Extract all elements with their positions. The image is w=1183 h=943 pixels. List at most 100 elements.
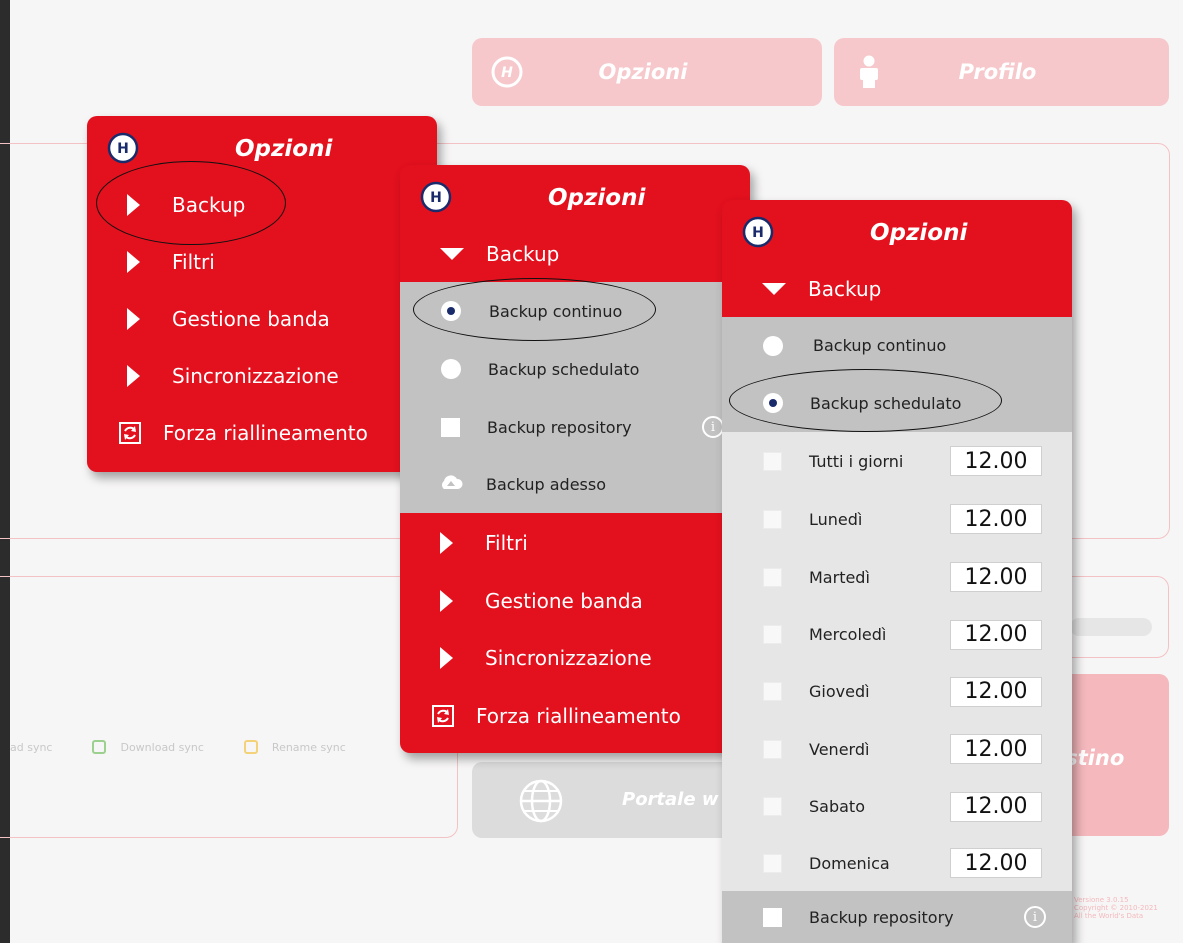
day-label: Giovedì <box>809 682 870 701</box>
background-sync-panel <box>0 576 458 838</box>
legend-label: ad sync <box>10 740 53 754</box>
menu-item-label: Sincronizzazione <box>485 645 652 670</box>
background-options-button[interactable]: H Opzioni <box>472 38 822 106</box>
sync-icon <box>119 421 141 444</box>
option-label: Backup continuo <box>489 301 623 321</box>
menu-item-label: Filtri <box>485 530 528 555</box>
info-icon[interactable]: i <box>1024 906 1046 928</box>
option-backup-repository[interactable]: Backup repository i <box>400 398 750 456</box>
checkbox[interactable] <box>763 907 782 927</box>
svg-text:H: H <box>430 190 442 206</box>
menu-item-gestione-banda[interactable]: Gestione banda <box>87 290 437 347</box>
schedule-row: Sabato 12.00 <box>722 778 1072 835</box>
time-input[interactable]: 12.00 <box>950 848 1042 878</box>
menu-header: H Opzioni <box>400 165 750 225</box>
menu-title: Opzioni <box>235 136 333 162</box>
cloud-upload-icon <box>438 474 464 496</box>
backup-repository-panel: Backup repository i <box>722 891 1072 943</box>
menu-item-forza-riallineamento[interactable]: Forza riallineamento <box>87 404 437 461</box>
menu-item-sincronizzazione[interactable]: Sincronizzazione <box>87 347 437 404</box>
option-backup-continuo[interactable]: Backup continuo <box>400 282 750 340</box>
day-checkbox[interactable] <box>763 682 782 701</box>
background-portal-label: Portale w <box>622 789 719 810</box>
menu-item-label: Backup <box>808 276 882 301</box>
option-backup-schedulato[interactable]: Backup schedulato <box>400 340 750 398</box>
menu-item-gestione-banda[interactable]: Gestione banda <box>400 572 750 629</box>
time-input[interactable]: 12.00 <box>950 504 1042 534</box>
menu-item-filtri[interactable]: Filtri <box>400 513 750 572</box>
menu-header: H Opzioni <box>87 116 437 176</box>
schedule-row: Tutti i giorni 12.00 <box>722 432 1072 490</box>
brand-logo-icon: H <box>742 216 774 252</box>
radio-selected[interactable] <box>763 393 783 413</box>
radio-selected[interactable] <box>441 301 461 321</box>
option-label: Backup continuo <box>813 336 947 355</box>
backup-mode-panel: Backup continuo Backup schedulato <box>722 317 1072 432</box>
time-input[interactable]: 12.00 <box>950 676 1042 707</box>
brand-logo-icon: H <box>490 55 524 89</box>
menu-item-label: Backup <box>486 241 560 266</box>
day-checkbox[interactable] <box>763 567 782 587</box>
time-input[interactable]: 12.00 <box>950 619 1042 650</box>
day-label: Tutti i giorni <box>809 451 904 471</box>
chevron-down-icon <box>762 282 786 295</box>
legend-swatch <box>243 740 258 754</box>
day-checkbox[interactable] <box>763 739 782 759</box>
menu-item-sincronizzazione[interactable]: Sincronizzazione <box>400 629 750 686</box>
menu-item-filtri[interactable]: Filtri <box>87 233 437 290</box>
menu-item-label: Sincronizzazione <box>172 363 339 388</box>
background-portal-button[interactable]: Portale w <box>472 762 732 838</box>
legend-label: Rename sync <box>271 740 346 754</box>
chevron-right-icon <box>440 531 453 554</box>
menu-header: H Opzioni <box>722 200 1072 260</box>
radio-unselected[interactable] <box>441 359 461 379</box>
menu-item-label: Filtri <box>172 249 215 274</box>
brand-logo-icon: H <box>420 181 452 217</box>
menu-item-label: Gestione banda <box>485 588 643 613</box>
sync-legend: ad sync Download sync Rename sync <box>10 736 386 758</box>
svg-text:H: H <box>117 141 129 157</box>
background-progress-bar <box>1070 618 1152 636</box>
options-menu-backup-continuo: H Opzioni Backup Backup continuo Backup … <box>400 165 750 753</box>
info-icon[interactable]: i <box>702 416 724 438</box>
menu-section-backup[interactable]: Backup <box>722 260 1072 317</box>
chevron-right-icon <box>127 307 140 330</box>
version-line: Versione 3.0.15 <box>1074 896 1129 904</box>
radio-unselected[interactable] <box>763 335 783 356</box>
background-progress-panel <box>1060 576 1169 658</box>
schedule-row: Lunedì 12.00 <box>722 490 1072 548</box>
menu-item-label: Forza riallineamento <box>163 420 368 445</box>
time-input[interactable]: 12.00 <box>950 734 1042 764</box>
sync-icon <box>432 705 454 727</box>
day-label: Sabato <box>809 797 865 816</box>
menu-item-label: Forza riallineamento <box>476 704 681 728</box>
option-backup-adesso[interactable]: Backup adesso <box>400 456 750 513</box>
day-checkbox[interactable] <box>763 853 782 873</box>
day-checkbox[interactable] <box>763 625 782 644</box>
option-backup-schedulato[interactable]: Backup schedulato <box>722 374 1072 432</box>
backup-options-panel: Backup continuo Backup schedulato Backup… <box>400 282 750 513</box>
menu-item-label: Backup <box>172 192 246 217</box>
day-checkbox[interactable] <box>763 451 782 471</box>
chevron-down-icon <box>440 247 464 260</box>
menu-item-forza-riallineamento[interactable]: Forza riallineamento <box>400 686 750 746</box>
day-label: Martedì <box>809 567 870 587</box>
checkbox[interactable] <box>441 417 460 437</box>
option-backup-continuo[interactable]: Backup continuo <box>722 317 1072 374</box>
day-checkbox[interactable] <box>763 797 782 816</box>
menu-section-backup[interactable]: Backup <box>400 225 750 282</box>
time-input[interactable]: 12.00 <box>950 562 1042 592</box>
day-label: Domenica <box>809 853 890 873</box>
option-label: Backup adesso <box>486 475 606 494</box>
day-checkbox[interactable] <box>763 509 782 529</box>
schedule-row: Mercoledì 12.00 <box>722 606 1072 663</box>
version-line: Copyright © 2010-2021 <box>1074 904 1158 912</box>
chevron-right-icon <box>127 364 140 387</box>
menu-item-backup[interactable]: Backup <box>87 176 437 233</box>
brand-logo-icon: H <box>107 132 139 168</box>
background-profile-button[interactable]: Profilo <box>834 38 1169 106</box>
time-input[interactable]: 12.00 <box>950 791 1042 822</box>
option-backup-repository[interactable]: Backup repository i <box>722 891 1072 943</box>
day-label: Mercoledì <box>809 625 887 644</box>
time-input[interactable]: 12.00 <box>950 446 1042 476</box>
